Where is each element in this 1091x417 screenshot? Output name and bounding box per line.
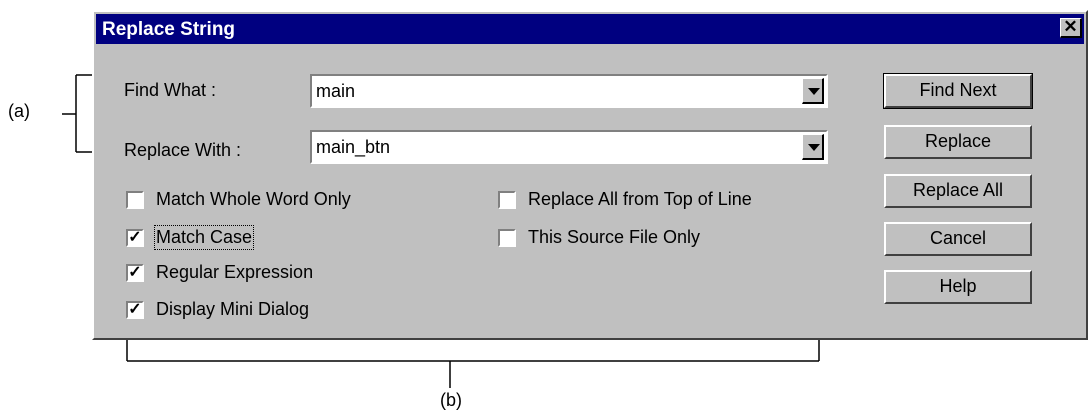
checkbox-box[interactable]: ✓ <box>126 301 144 319</box>
replace-button[interactable]: Replace <box>884 125 1032 159</box>
find-what-combobox[interactable]: main <box>310 74 828 108</box>
checkbox-box[interactable] <box>498 191 516 209</box>
checkbox-box[interactable]: ✓ <box>126 229 144 247</box>
annotation-a-label: (a) <box>8 101 30 121</box>
help-button[interactable]: Help <box>884 270 1032 304</box>
title-bar: Replace String ✕ <box>96 14 1084 44</box>
check-mark-icon: ✓ <box>128 301 142 318</box>
replace-with-value: main_btn <box>316 137 391 157</box>
dialog-title: Replace String <box>102 19 236 40</box>
find-what-value: main <box>316 81 356 101</box>
checkbox-label: This Source File Only <box>528 227 701 247</box>
cancel-button[interactable]: Cancel <box>884 222 1032 256</box>
replace-with-dropdown-arrow-icon[interactable] <box>802 134 824 160</box>
checkbox-label: Display Mini Dialog <box>156 299 310 319</box>
close-button[interactable]: ✕ <box>1060 18 1082 38</box>
check-mark-icon: ✓ <box>128 264 142 281</box>
find-what-label: Find What : <box>124 80 217 100</box>
find-what-dropdown-arrow-icon[interactable] <box>802 78 824 104</box>
replace-string-dialog: Replace String ✕ Find What : main Replac… <box>92 10 1088 340</box>
annotation-b-label: (b) <box>440 390 462 410</box>
replace-all-button[interactable]: Replace All <box>884 174 1032 208</box>
close-icon: ✕ <box>1063 17 1078 36</box>
checkbox-box[interactable] <box>498 229 516 247</box>
checkbox-box[interactable]: ✓ <box>126 264 144 282</box>
checkbox-label: Regular Expression <box>156 262 314 282</box>
check-mark-icon: ✓ <box>128 229 142 246</box>
find-next-button[interactable]: Find Next <box>883 73 1033 109</box>
checkbox-label: Match Case <box>153 225 255 250</box>
replace-with-combobox[interactable]: main_btn <box>310 130 828 164</box>
checkbox-box[interactable] <box>126 191 144 209</box>
replace-with-label: Replace With : <box>124 140 242 160</box>
checkbox-label: Replace All from Top of Line <box>528 189 752 209</box>
checkbox-label: Match Whole Word Only <box>156 189 351 209</box>
